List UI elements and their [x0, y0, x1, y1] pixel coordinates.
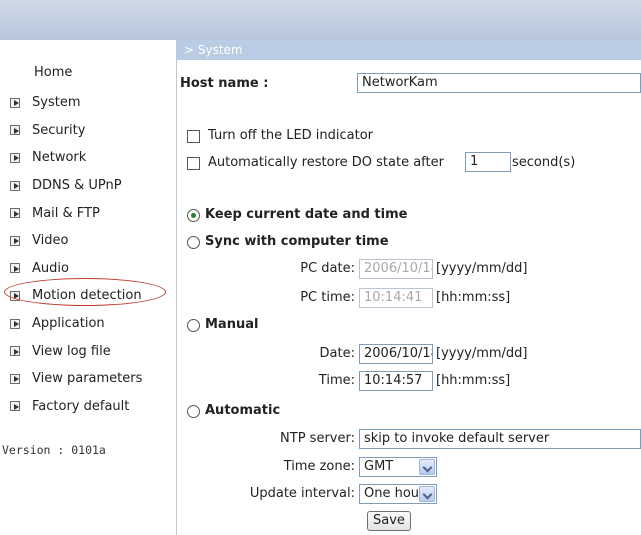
- top-banner: [0, 0, 641, 40]
- sidebar-item-security[interactable]: Security: [10, 117, 142, 145]
- sidebar-item-audio[interactable]: Audio: [10, 255, 142, 283]
- time-zone-select[interactable]: GMT: [359, 457, 437, 477]
- sidebar-item-view-log-file[interactable]: View log file: [10, 337, 142, 365]
- sidebar-item-motion-detection[interactable]: Motion detection: [10, 282, 142, 310]
- manual-time-radio[interactable]: [187, 319, 200, 332]
- keep-time-label: Keep current date and time: [205, 207, 408, 222]
- date-input[interactable]: 2006/10/18: [359, 344, 433, 364]
- main-panel: > System Host name : NetworKam Turn off …: [177, 40, 641, 535]
- chevron-down-icon: [419, 486, 435, 502]
- sidebar: Home System Security Network DDNS & UPnP…: [0, 40, 176, 535]
- sidebar-item-label: Factory default: [32, 398, 130, 414]
- host-name-input[interactable]: NetworKam: [357, 73, 641, 93]
- arrow-right-icon: [10, 208, 20, 219]
- arrow-right-icon: [10, 235, 20, 246]
- arrow-right-icon: [10, 180, 20, 191]
- sidebar-item-label: DDNS & UPnP: [32, 178, 122, 194]
- sidebar-item-label: Video: [32, 233, 69, 249]
- arrow-right-icon: [10, 263, 20, 274]
- time-zone-value: GMT: [364, 459, 394, 474]
- pc-time-label: PC time:: [300, 290, 355, 305]
- restore-unit-label: second(s): [512, 155, 576, 170]
- ntp-server-input[interactable]: skip to invoke default server: [359, 429, 641, 449]
- arrow-right-icon: [10, 401, 20, 412]
- restore-do-checkbox[interactable]: [187, 157, 200, 170]
- arrow-right-icon: [10, 97, 20, 108]
- sidebar-item-label: View parameters: [32, 371, 143, 387]
- arrow-right-icon: [10, 373, 20, 384]
- automatic-time-radio[interactable]: [187, 405, 200, 418]
- version-text: Version : 0101a: [2, 443, 106, 457]
- led-checkbox[interactable]: [187, 130, 200, 143]
- section-header: > System: [177, 40, 641, 60]
- pc-date-label: PC date:: [300, 261, 355, 276]
- pc-time-format: [hh:mm:ss]: [436, 290, 511, 305]
- sidebar-item-label: Audio: [32, 260, 69, 276]
- sidebar-item-label: System: [32, 95, 81, 111]
- restore-do-label: Automatically restore DO state after: [208, 155, 444, 170]
- time-label: Time:: [318, 373, 355, 388]
- chevron-down-icon: [419, 459, 435, 475]
- restore-seconds-input[interactable]: 1: [465, 152, 511, 172]
- date-label: Date:: [319, 346, 355, 361]
- sidebar-item-video[interactable]: Video: [10, 227, 142, 255]
- arrow-right-icon: [10, 290, 20, 301]
- time-format: [hh:mm:ss]: [436, 373, 511, 388]
- sidebar-item-label: Security: [32, 122, 86, 138]
- led-label: Turn off the LED indicator: [208, 128, 374, 143]
- arrow-right-icon: [10, 318, 20, 329]
- sync-time-label: Sync with computer time: [205, 234, 389, 249]
- sidebar-item-network[interactable]: Network: [10, 144, 142, 172]
- sidebar-item-label: View log file: [32, 343, 111, 359]
- sidebar-item-ddns-upnp[interactable]: DDNS & UPnP: [10, 172, 142, 200]
- update-interval-select[interactable]: One hour: [359, 484, 437, 504]
- time-zone-label: Time zone:: [283, 459, 355, 474]
- pc-date-format: [yyyy/mm/dd]: [436, 261, 528, 276]
- sidebar-item-mail-ftp[interactable]: Mail & FTP: [10, 199, 142, 227]
- ntp-server-label: NTP server:: [280, 431, 355, 446]
- sidebar-nav: System Security Network DDNS & UPnP Mail…: [10, 89, 142, 420]
- sidebar-item-view-parameters[interactable]: View parameters: [10, 365, 142, 393]
- sidebar-item-label: Network: [32, 150, 87, 166]
- keep-time-radio[interactable]: [187, 209, 200, 222]
- update-interval-value: One hour: [364, 486, 425, 501]
- automatic-time-label: Automatic: [205, 403, 281, 418]
- date-format: [yyyy/mm/dd]: [436, 346, 528, 361]
- arrow-right-icon: [10, 152, 20, 163]
- pc-time-field: 10:14:41: [359, 288, 433, 308]
- sync-time-radio[interactable]: [187, 236, 200, 249]
- update-interval-label: Update interval:: [249, 486, 355, 501]
- sidebar-item-label: Motion detection: [32, 288, 142, 304]
- home-link[interactable]: Home: [34, 65, 72, 80]
- sidebar-item-factory-default[interactable]: Factory default: [10, 393, 142, 421]
- sidebar-item-application[interactable]: Application: [10, 310, 142, 338]
- arrow-right-icon: [10, 125, 20, 136]
- pc-date-field: 2006/10/18: [359, 259, 433, 279]
- host-name-label: Host name :: [180, 76, 269, 91]
- sidebar-item-label: Application: [32, 316, 105, 332]
- arrow-right-icon: [10, 346, 20, 357]
- sidebar-item-system[interactable]: System: [10, 89, 142, 117]
- time-input[interactable]: 10:14:57: [359, 371, 433, 391]
- manual-time-label: Manual: [205, 317, 259, 332]
- save-button[interactable]: Save: [367, 511, 411, 531]
- sidebar-item-label: Mail & FTP: [32, 205, 100, 221]
